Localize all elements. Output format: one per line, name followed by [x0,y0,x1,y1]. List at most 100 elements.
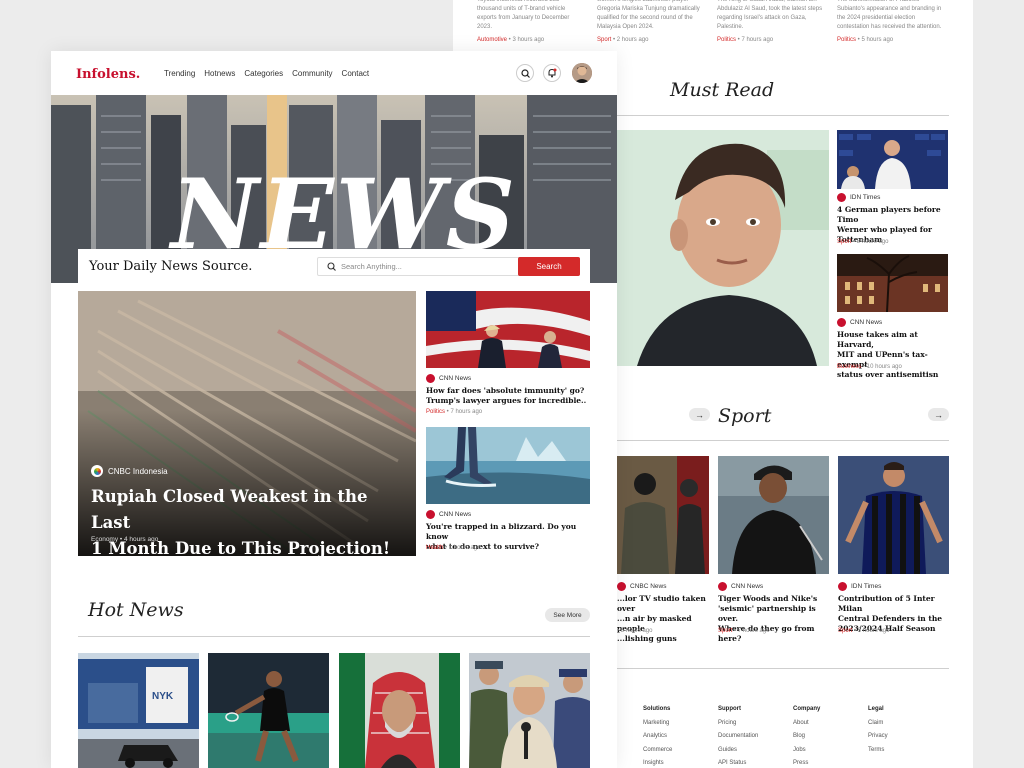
source-logo-icon [718,582,727,591]
badminton-player-photo [208,653,329,768]
top-article-snippet[interactable]: women's singles badminton player Gregoria… [597,0,709,45]
snippet-line: regarding Israel's attack on Gaza, [717,15,807,21]
cnbc-logo-icon [91,465,103,477]
footer-link[interactable]: Marketing [643,717,672,731]
article-meta: Business • 10 hours ago [837,364,902,370]
must-read-title: Must Read [670,79,775,101]
article-meta: Health • 1 hours ago [426,545,481,551]
article-meta: Sport • 7 hours ago [718,628,770,634]
side-article-headline[interactable]: How far does 'absolute immunity' go? Trum… [426,386,596,406]
snippet-line: Malaysia Open 2024. [597,24,654,30]
snippet-line: 2023. [477,24,493,30]
source-cnn-news: CNN News [426,374,471,383]
divider [617,440,949,441]
cnn-logo-icon [426,510,435,519]
feature-headline[interactable]: Rupiah Closed Weakest in the Last 1 Month… [91,484,411,556]
prev-arrow-button[interactable]: → [689,408,710,421]
feature-meta: Economy • 4 hours ago [91,536,159,543]
footer-link[interactable]: Claim [868,717,888,731]
footer-link[interactable]: Documentation [718,730,758,744]
feature-article[interactable]: CNBC Indonesia Rupiah Closed Weakest in … [78,291,416,556]
snippet-line: Palestine. [717,24,744,30]
hot-news-image[interactable] [339,653,460,768]
nav-trending[interactable]: Trending [164,69,195,78]
main-nav: Trending Hotnews Categories Community Co… [164,69,369,78]
nav-hotnews[interactable]: Hotnews [204,69,235,78]
snippet-line: Gregoria Mariska Tunjung dramatically [597,6,700,12]
side-article-image[interactable] [837,254,948,312]
footer-heading: Support [718,706,741,712]
next-arrow-button[interactable]: → [928,408,949,421]
footer-link[interactable]: Commerce [643,744,672,758]
nav-categories[interactable]: Categories [244,69,283,78]
arrow-right-icon: → [695,409,704,420]
search-button[interactable] [516,64,534,82]
footer-heading: Legal [868,706,884,712]
harvard-building-photo [837,254,948,312]
footer-link[interactable]: Analytics [643,730,672,744]
footer-link[interactable]: Guides [718,744,758,758]
divider [617,668,949,669]
search-icon [520,68,530,78]
article-meta: • 5 hours ago [617,628,653,634]
footer-link[interactable]: Pricing [718,717,758,731]
search-placeholder: Search Anything... [341,262,402,271]
arrow-right-icon: → [934,409,943,420]
search-field[interactable]: Search Anything... Search [317,257,580,276]
sport-image[interactable] [718,456,829,574]
hot-news-image[interactable] [469,653,590,768]
search-submit-button[interactable]: Search [518,257,580,276]
cnn-logo-icon [837,318,846,327]
top-article-snippet[interactable]: The transformation of Prabowo Subianto's … [837,0,949,45]
article-meta: Politics • 5 hours ago [837,37,894,43]
footer-link[interactable]: Blog [793,730,820,744]
snippet-line: contestation has received the attention. [837,24,942,30]
top-articles-row: Toyota Indonesia recorded 285 thousand un… [453,0,973,50]
blizzard-photo [426,427,590,504]
article-meta: Sport • 8 hours ago [837,239,889,245]
side-article-image[interactable] [426,291,590,368]
divider [78,636,590,637]
snippet-line: qualified for the second round of the [597,15,693,21]
brand-logo[interactable]: Infolens. [76,67,140,82]
search-icon [327,262,336,271]
top-article-snippet[interactable]: The King of Saudi Arabia, Salman bin Abdu… [717,0,829,45]
article-meta: Sport • 5 hours ago [838,628,890,634]
source-cnn-news: CNN News [837,318,882,327]
footer-column: Solutions Marketing Analytics Commerce Insig… [643,703,672,768]
sport-headline[interactable]: ...lor TV studio taken over ...n air by m… [617,594,709,644]
footer-link[interactable]: Insights [643,757,672,768]
cnn-logo-icon [426,374,435,383]
sport-headline[interactable]: Tiger Woods and Nike's'seismic' partners… [718,594,830,644]
nav-community[interactable]: Community [292,69,332,78]
top-article-snippet[interactable]: Toyota Indonesia recorded 285 thousand un… [477,0,589,45]
car-export-photo: NYK [78,653,199,768]
svg-text:NYK: NYK [152,691,174,702]
see-more-button[interactable]: See More [545,608,590,622]
article-meta: Politics • 7 hours ago [717,37,774,43]
footer-column: Company About Blog Jobs Press [793,703,820,768]
footer-link[interactable]: Press [793,757,820,768]
user-avatar[interactable] [572,63,592,83]
nav-contact[interactable]: Contact [342,69,370,78]
saudi-king-photo [339,653,460,768]
footer-link[interactable]: About [793,717,820,731]
trump-photo [426,291,590,368]
sport-image[interactable] [617,456,709,574]
must-read-main-image[interactable] [617,130,829,366]
sport-image[interactable] [838,456,949,574]
side-article-headline[interactable]: House takes aim at Harvard, MIT and UPenn… [837,330,949,380]
notification-button[interactable] [543,64,561,82]
side-article-image[interactable] [426,427,590,504]
footer-link[interactable]: Terms [868,744,888,758]
tagline: Your Daily News Source. [89,259,253,274]
masked-men-photo [617,456,709,574]
footer-link[interactable]: Jobs [793,744,820,758]
source-idn-times: IDN Times [837,193,880,202]
hot-news-image[interactable] [208,653,329,768]
footer-link[interactable]: API Status [718,757,758,768]
inter-milan-photo [838,456,949,574]
footer-link[interactable]: Privacy [868,730,888,744]
side-article-image[interactable] [837,130,948,189]
hot-news-image[interactable]: NYK [78,653,199,768]
